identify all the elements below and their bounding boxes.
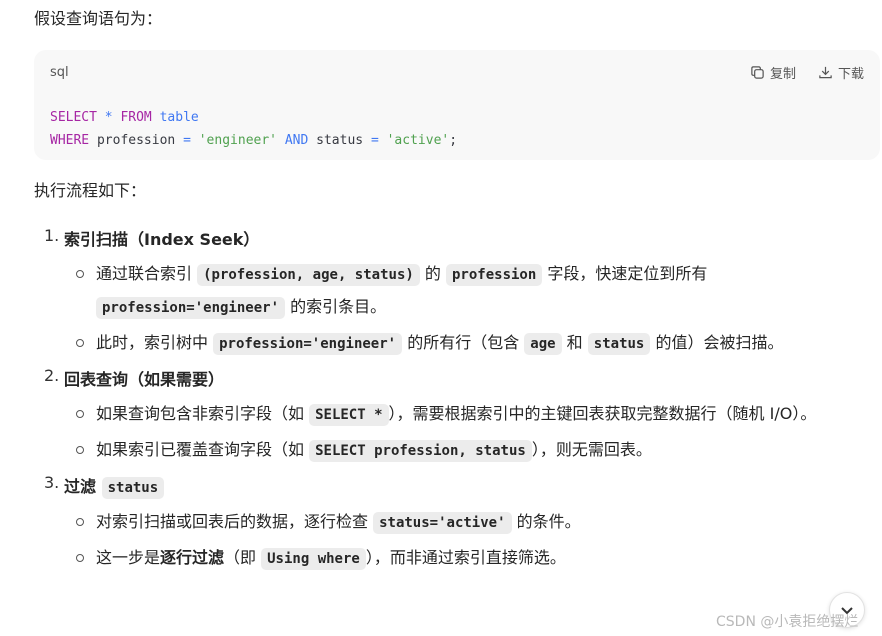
inline-code: age [524, 333, 562, 355]
text: （即 [224, 548, 262, 567]
sql-keyword: FROM [120, 110, 152, 125]
text: ），需要根据索引中的主键回表获取完整数据行（随机 I/O）。 [388, 404, 817, 423]
text: 的索引条目。 [285, 297, 387, 316]
text: 此时，索引树中 [96, 333, 214, 352]
text: 的 [419, 264, 446, 283]
list-item: 通过联合索引 (profession, age, status) 的 profe… [64, 258, 864, 324]
step-number: 1. [44, 226, 60, 245]
inline-code: status [101, 477, 165, 499]
sql-keyword: AND [284, 133, 309, 148]
inline-code: profession='engineer' [213, 333, 403, 355]
inline-code: profession='engineer' [96, 297, 286, 319]
list-item: 如果查询包含非索引字段（如 SELECT * ），需要根据索引中的主键回表获取完整… [64, 398, 864, 431]
text: 的条件。 [511, 512, 581, 531]
copy-icon [751, 65, 764, 79]
step-item: 3. 过滤 status 对索引扫描或回表后的数据，逐行检查 status='a… [34, 473, 864, 575]
text: 字段，快速定位到所有 [542, 264, 708, 283]
step-title-text: 过滤 [64, 477, 97, 496]
text: ），则无需回表。 [531, 440, 652, 459]
sql-code: SELECT * FROM table WHERE profession = '… [34, 94, 880, 152]
text: 通过联合索引 [96, 264, 198, 283]
text: 这一步是 [96, 548, 161, 567]
sub-list: 对索引扫描或回表后的数据，逐行检查 status='active' 的条件。 这… [64, 506, 864, 575]
code-block-header: sql 复制 下载 [34, 50, 880, 94]
flow-title: 执行流程如下： [34, 181, 147, 200]
copy-button[interactable]: 复制 [750, 63, 796, 82]
bold-text: 逐行过滤 [160, 548, 225, 567]
download-icon [819, 66, 832, 78]
download-label: 下载 [837, 66, 864, 82]
inline-code: (profession, age, status) [197, 264, 420, 286]
step-item: 2. 回表查询（如果需要） 如果查询包含非索引字段（如 SELECT * ），需要… [34, 366, 864, 467]
text: ），而非通过索引直接筛选。 [365, 548, 566, 567]
sql-operator: * [104, 110, 113, 125]
inline-code: Using where [261, 548, 366, 570]
step-title: 回表查询（如果需要） [64, 370, 225, 389]
list-item: 如果索引已覆盖查询字段（如 SELECT profession, status）… [64, 434, 864, 467]
inline-code: profession [446, 264, 543, 286]
inline-code: status [587, 333, 651, 355]
text: 的值）会被扫描。 [650, 333, 784, 352]
sub-list: 如果查询包含非索引字段（如 SELECT * ），需要根据索引中的主键回表获取完整… [64, 398, 864, 467]
sql-table-name: table [159, 110, 199, 125]
text: 对索引扫描或回表后的数据，逐行检查 [96, 512, 374, 531]
step-number: 3. [44, 473, 60, 492]
sql-semicolon: ; [449, 133, 458, 148]
sql-column: status [316, 133, 364, 148]
sql-string: 'active' [386, 133, 450, 148]
sub-list: 通过联合索引 (profession, age, status) 的 profe… [64, 258, 864, 360]
sql-keyword: WHERE [50, 133, 90, 148]
list-item: 这一步是逐行过滤（即 Using where ），而非通过索引直接筛选。 [64, 542, 864, 575]
intro-text: 假设查询语句为： [34, 9, 163, 28]
sql-column: profession [96, 133, 176, 148]
copy-label: 复制 [769, 66, 796, 82]
inline-code: SELECT * [309, 404, 389, 426]
step-item: 1. 索引扫描（Index Seek） 通过联合索引 (profession, … [34, 226, 864, 360]
text: 的所有行（包含 [402, 333, 525, 352]
list-item: 对索引扫描或回表后的数据，逐行检查 status='active' 的条件。 [64, 506, 864, 539]
inline-code: SELECT profession, status [309, 440, 532, 462]
watermark: CSDN @小袁拒绝摆烂 [716, 614, 859, 630]
list-item: 此时，索引树中 profession='engineer' 的所有行（包含 ag… [64, 327, 864, 360]
code-language-label: sql [50, 64, 69, 80]
sql-operator: = [183, 133, 191, 148]
code-block: sql 复制 下载 SELECT * FROM table WHERE prof… [34, 50, 880, 160]
steps-list: 1. 索引扫描（Index Seek） 通过联合索引 (profession, … [34, 226, 864, 581]
download-button[interactable]: 下载 [818, 63, 864, 82]
step-title: 过滤 status [64, 473, 864, 502]
sql-keyword: SELECT [50, 110, 97, 125]
sql-string: 'engineer' [198, 133, 278, 148]
text: 和 [561, 333, 588, 352]
step-number: 2. [44, 366, 60, 385]
text: 如果索引已覆盖查询字段（如 [96, 440, 310, 459]
step-title: 索引扫描（Index Seek） [64, 230, 260, 249]
inline-code: status='active' [373, 512, 512, 534]
sql-operator: = [370, 133, 379, 148]
text: 如果查询包含非索引字段（如 [96, 404, 310, 423]
